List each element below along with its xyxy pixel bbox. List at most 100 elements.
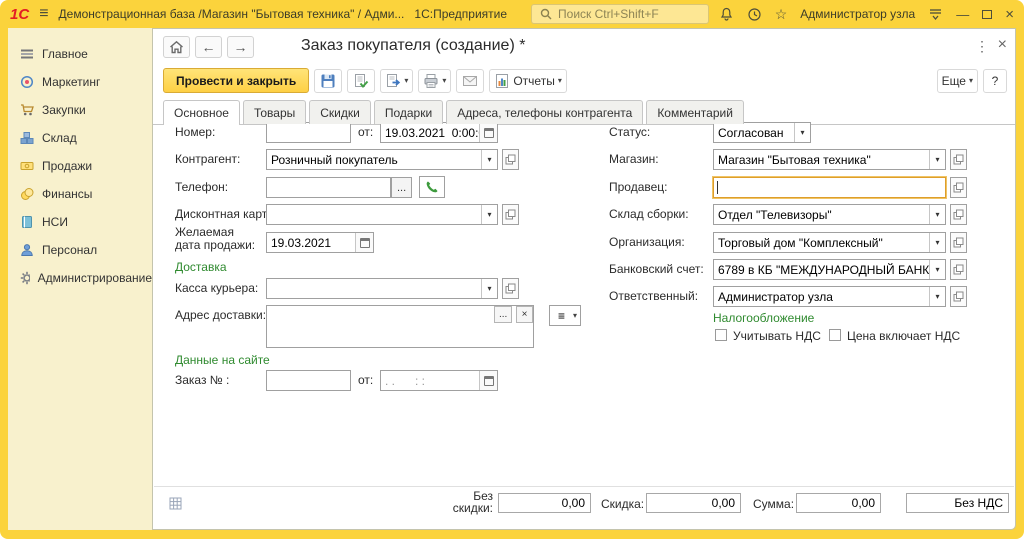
calendar-button[interactable]	[479, 123, 497, 142]
discount-card-open-button[interactable]	[502, 204, 519, 225]
courier-cashbox-field[interactable]: ▾	[266, 278, 498, 299]
no-discount-total-field[interactable]: 0,00	[498, 493, 591, 513]
tab-goods[interactable]: Товары	[243, 100, 306, 124]
notifications-bell-icon[interactable]	[719, 7, 734, 22]
home-button[interactable]	[163, 36, 190, 58]
dropdown-icon[interactable]: ▾	[929, 205, 945, 224]
bank-account-field[interactable]: 6789 в КБ "МЕЖДУНАРОДНЫЙ БАНК РАЗВИТИЯ" …	[713, 259, 946, 280]
help-button[interactable]: ?	[983, 69, 1007, 93]
post-document-button[interactable]	[347, 69, 375, 93]
calendar-button[interactable]	[479, 371, 497, 390]
tab-gifts[interactable]: Подарки	[374, 100, 443, 124]
sidebar-item-personnel[interactable]: Персонал	[8, 236, 152, 264]
dropdown-icon[interactable]: ▾	[929, 260, 945, 279]
vat-checkbox[interactable]	[715, 329, 727, 341]
organization-open-button[interactable]	[950, 232, 967, 253]
dropdown-icon[interactable]: ▾	[794, 123, 810, 142]
form-close-icon[interactable]: ×	[998, 36, 1007, 54]
sidebar-item-purchases[interactable]: Закупки	[8, 96, 152, 124]
marketing-icon	[20, 75, 34, 89]
bank-account-open-button[interactable]	[950, 259, 967, 280]
dropdown-icon[interactable]: ▾	[929, 287, 945, 306]
address-select-button[interactable]: ...	[494, 306, 512, 323]
sidebar-item-main[interactable]: Главное	[8, 40, 152, 68]
global-search[interactable]	[531, 4, 709, 24]
history-icon[interactable]	[747, 7, 762, 22]
counterparty-open-button[interactable]	[502, 149, 519, 170]
seller-open-button[interactable]	[950, 177, 967, 198]
vat-mode-field[interactable]: Без НДС	[906, 493, 1009, 513]
more-button[interactable]: Еще ▾	[937, 69, 978, 93]
forward-button[interactable]: →	[227, 36, 254, 58]
maximize-icon[interactable]	[982, 10, 992, 19]
delivery-address-label: Адрес доставки:	[175, 308, 266, 322]
site-order-date-field[interactable]: . . : :	[380, 370, 498, 391]
dropdown-icon[interactable]: ▾	[929, 150, 945, 169]
status-field[interactable]: Согласован ▾	[713, 122, 811, 143]
desired-date-field[interactable]: 19.03.2021	[266, 232, 374, 253]
vat-checkbox-label[interactable]: Учитывать НДС	[733, 329, 821, 343]
vat-included-checkbox[interactable]	[829, 329, 841, 341]
courier-cashbox-open-button[interactable]	[502, 278, 519, 299]
discount-card-field[interactable]: ▾	[266, 204, 498, 225]
phone-field[interactable]	[266, 177, 391, 198]
store-open-button[interactable]	[950, 149, 967, 170]
main-menu-icon[interactable]: ≡	[39, 5, 48, 23]
open-link-icon	[953, 291, 964, 302]
envelope-icon	[462, 73, 478, 89]
site-order-number-field[interactable]	[266, 370, 351, 391]
counterparty-field[interactable]: Розничный покупатель ▾	[266, 149, 498, 170]
save-button[interactable]	[314, 69, 342, 93]
tab-addresses[interactable]: Адреса, телефоны контрагента	[446, 100, 643, 124]
sidebar-item-sales[interactable]: Продажи	[8, 152, 152, 180]
create-based-on-button[interactable]: ▾	[380, 69, 413, 93]
app-window: 1С ≡ Демонстрационная база /Магазин "Быт…	[0, 0, 1024, 539]
dropdown-icon[interactable]: ▾	[929, 233, 945, 252]
phone-select-button[interactable]: ...	[391, 177, 412, 198]
warehouse-field[interactable]: Отдел "Телевизоры" ▾	[713, 204, 946, 225]
document-date-field[interactable]: 19.03.2021 0:00:00	[380, 122, 498, 143]
minimize-icon[interactable]: —	[956, 8, 969, 21]
favorites-star-icon[interactable]: ☆	[775, 6, 788, 23]
vat-included-checkbox-label[interactable]: Цена включает НДС	[847, 329, 960, 343]
back-button[interactable]: ←	[195, 36, 222, 58]
tab-main[interactable]: Основное	[163, 100, 240, 125]
call-button[interactable]	[419, 176, 445, 198]
calendar-button[interactable]	[355, 233, 373, 252]
address-menu-button[interactable]: ≡ ▾	[549, 305, 581, 326]
sum-total-field[interactable]: 0,00	[796, 493, 881, 513]
sidebar-item-marketing[interactable]: Маркетинг	[8, 68, 152, 96]
warehouse-open-button[interactable]	[950, 204, 967, 225]
tab-discounts[interactable]: Скидки	[309, 100, 371, 124]
responsible-open-button[interactable]	[950, 286, 967, 307]
collapse-panel-icon[interactable]	[928, 7, 943, 22]
bank-account-label: Банковский счет:	[609, 262, 704, 276]
reports-button[interactable]: Отчеты ▾	[489, 69, 567, 93]
sidebar-item-administration[interactable]: Администрирование	[8, 264, 152, 292]
post-and-close-button[interactable]: Провести и закрыть	[163, 68, 309, 93]
responsible-field[interactable]: Администратор узла ▾	[713, 286, 946, 307]
send-email-button[interactable]	[456, 69, 484, 93]
dropdown-icon[interactable]: ▾	[481, 279, 497, 298]
sidebar-item-nsi[interactable]: НСИ	[8, 208, 152, 236]
dropdown-icon[interactable]: ▾	[481, 205, 497, 224]
seller-field[interactable]	[713, 177, 946, 198]
close-icon[interactable]: ×	[1005, 7, 1014, 22]
tab-comment[interactable]: Комментарий	[646, 100, 744, 124]
store-field[interactable]: Магазин "Бытовая техника" ▾	[713, 149, 946, 170]
kebab-menu-icon[interactable]: ⋮	[975, 38, 989, 55]
number-field[interactable]	[266, 122, 351, 143]
address-clear-button[interactable]: ×	[516, 306, 533, 323]
search-input[interactable]	[558, 7, 700, 21]
print-button[interactable]: ▾	[418, 69, 451, 93]
dropdown-icon[interactable]: ▾	[481, 150, 497, 169]
organization-field[interactable]: Торговый дом "Комплексный" ▾	[713, 232, 946, 253]
footer-table-icon[interactable]	[169, 497, 182, 515]
sidebar-item-warehouse[interactable]: Склад	[8, 124, 152, 152]
discount-total-field[interactable]: 0,00	[646, 493, 741, 513]
phone-icon	[425, 180, 439, 194]
sidebar-item-finance[interactable]: Финансы	[8, 180, 152, 208]
current-user[interactable]: Администратор узла	[800, 7, 915, 21]
number-value	[267, 123, 350, 142]
cart-icon	[20, 103, 34, 117]
